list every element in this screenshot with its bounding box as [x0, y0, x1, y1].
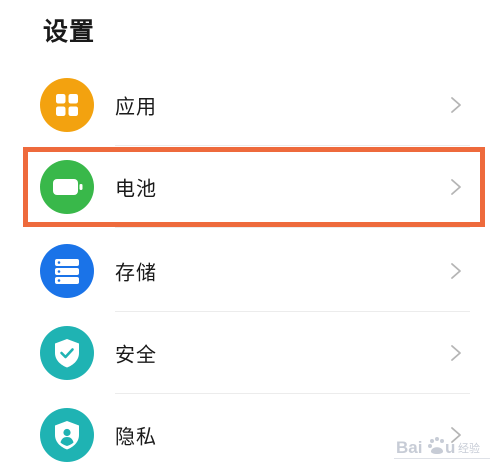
chevron-right-icon — [450, 344, 462, 362]
settings-item-battery[interactable]: 电池 — [0, 146, 500, 228]
settings-item-label: 隐私 — [115, 424, 157, 449]
settings-item-security[interactable]: 安全 — [0, 312, 500, 394]
settings-item-label: 应用 — [115, 94, 157, 119]
settings-item-label: 安全 — [115, 342, 157, 367]
shield-check-icon — [40, 326, 94, 380]
settings-page: 设置 应用 电池 存储 安全 隐私 Bai u 经验 — [0, 0, 500, 471]
chevron-right-icon — [450, 96, 462, 114]
svg-text:u: u — [445, 438, 455, 457]
settings-item-apps[interactable]: 应用 — [0, 64, 500, 146]
settings-item-label: 存储 — [115, 260, 157, 285]
battery-icon — [40, 160, 94, 214]
storage-icon — [40, 244, 94, 298]
divider — [115, 227, 470, 228]
svg-text:Bai: Bai — [396, 438, 422, 457]
chevron-right-icon — [450, 262, 462, 280]
page-title: 设置 — [43, 17, 96, 46]
settings-item-storage[interactable]: 存储 — [0, 230, 500, 312]
privacy-icon — [40, 408, 94, 462]
apps-grid-icon — [40, 78, 94, 132]
baidu-watermark-logo: Bai u 经验 — [394, 431, 492, 467]
chevron-right-icon — [450, 178, 462, 196]
svg-text:经验: 经验 — [458, 441, 480, 455]
settings-item-label: 电池 — [115, 176, 157, 201]
